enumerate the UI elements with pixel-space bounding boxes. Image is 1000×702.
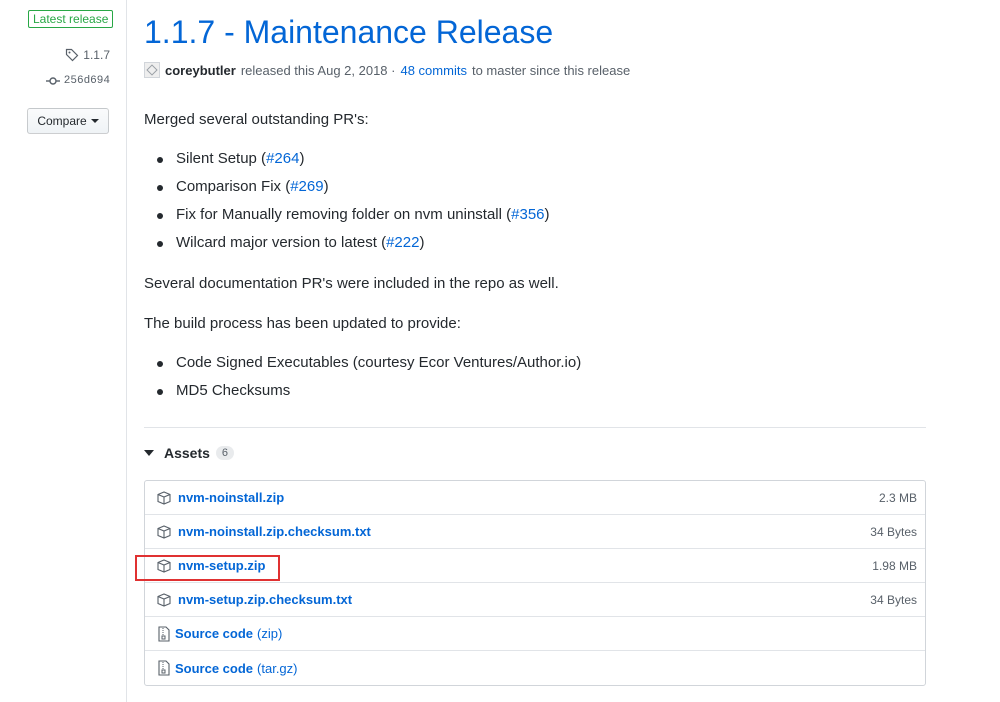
build-item: MD5 Checksums [144, 377, 581, 405]
package-icon [155, 524, 173, 540]
release-byline: coreybutler released this Aug 2, 2018 · … [144, 62, 630, 78]
source-code-link[interactable]: Source code (zip) [175, 626, 282, 641]
author-link[interactable]: coreybutler [165, 63, 236, 78]
assets-heading: Assets [164, 445, 210, 461]
commits-suffix: to master since this release [471, 62, 631, 78]
section-divider [144, 427, 926, 428]
release-title-link[interactable]: 1.1.7 - Maintenance Release [144, 14, 553, 50]
pr-link[interactable]: #269 [290, 178, 323, 195]
pr-item-text: Comparison Fix ( [176, 178, 291, 195]
source-row: Source code (zip) [145, 617, 925, 651]
release-meta-sidebar: Latest release 1.1.7 256d694 Compare [0, 0, 127, 702]
pr-link[interactable]: #264 [266, 150, 299, 167]
pr-item-tail: ) [323, 178, 329, 195]
asset-size: 34 Bytes [870, 524, 917, 539]
asset-row: nvm-noinstall.zip.checksum.txt 34 Bytes [145, 515, 925, 549]
pr-list: Silent Setup (#264) Comparison Fix (#269… [144, 145, 550, 257]
pr-item: Fix for Manually removing folder on nvm … [144, 201, 550, 229]
source-format: (tar.gz) [257, 660, 298, 676]
tag-label: 1.1.7 [83, 48, 110, 62]
file-zip-icon [155, 660, 173, 676]
pr-item-tail: ) [419, 234, 425, 251]
pr-link[interactable]: #356 [511, 206, 544, 223]
pr-item-text: Fix for Manually removing folder on nvm … [176, 206, 512, 223]
tag-icon [66, 48, 79, 62]
asset-row: nvm-setup.zip.checksum.txt 34 Bytes [145, 583, 925, 617]
assets-toggle[interactable]: Assets 6 [144, 445, 235, 461]
source-code-label: Source code [175, 626, 254, 641]
compare-button[interactable]: Compare [27, 108, 109, 134]
pr-item-tail: ) [544, 206, 550, 223]
avatar[interactable] [144, 62, 160, 78]
chevron-down-icon [90, 119, 99, 123]
pr-item-text: Wilcard major version to latest ( [176, 234, 387, 251]
build-item: Code Signed Executables (courtesy Ecor V… [144, 349, 581, 377]
notes-docs: Several documentation PR's were included… [144, 275, 559, 292]
commit-icon [45, 77, 60, 85]
asset-row: nvm-noinstall.zip 2.3 MB [145, 481, 925, 515]
triangle-down-icon [144, 450, 154, 456]
asset-size: 1.98 MB [872, 558, 917, 573]
release-title[interactable]: 1.1.7 - Maintenance Release [144, 14, 553, 51]
asset-size: 34 Bytes [870, 592, 917, 607]
asset-link[interactable]: nvm-setup.zip [178, 558, 265, 573]
source-code-label: Source code [175, 660, 254, 676]
notes-intro: Merged several outstanding PR's: [144, 111, 369, 128]
asset-size: 2.3 MB [878, 490, 917, 505]
pr-link[interactable]: #222 [386, 234, 419, 251]
asset-link[interactable]: nvm-noinstall.zip [178, 490, 284, 505]
source-format: (zip) [257, 626, 283, 641]
commit-sha: 256d694 [63, 75, 110, 87]
source-code-link[interactable]: Source code (tar.gz) [175, 661, 298, 676]
latest-release-badge: Latest release [28, 10, 114, 28]
notes-build-intro: The build process has been updated to pr… [144, 315, 461, 332]
source-row: Source code (tar.gz) [145, 651, 925, 685]
package-icon [155, 592, 173, 608]
commits-link[interactable]: 48 commits [400, 63, 466, 78]
pr-item: Comparison Fix (#269) [144, 173, 550, 201]
pr-item-text: Silent Setup ( [176, 150, 267, 167]
assets-count-badge: 6 [215, 446, 235, 460]
pr-item: Wilcard major version to latest (#222) [144, 229, 550, 257]
pr-item-tail: ) [299, 150, 305, 167]
assets-list: nvm-noinstall.zip 2.3 MB nvm-noinstall.z… [144, 480, 926, 686]
compare-label: Compare [37, 114, 87, 128]
file-zip-icon [155, 625, 173, 642]
commit-link[interactable]: 256d694 [45, 75, 110, 87]
asset-link[interactable]: nvm-noinstall.zip.checksum.txt [178, 524, 371, 539]
sidebar-divider [126, 0, 127, 702]
pr-item: Silent Setup (#264) [144, 145, 550, 173]
tag-link[interactable]: 1.1.7 [65, 48, 110, 62]
package-icon [155, 558, 173, 574]
released-text: released this Aug 2, 2018 · [240, 62, 396, 78]
asset-link[interactable]: nvm-setup.zip.checksum.txt [178, 592, 352, 607]
build-list: Code Signed Executables (courtesy Ecor V… [144, 349, 581, 405]
asset-row: nvm-setup.zip 1.98 MB [145, 549, 925, 583]
package-icon [155, 490, 173, 506]
